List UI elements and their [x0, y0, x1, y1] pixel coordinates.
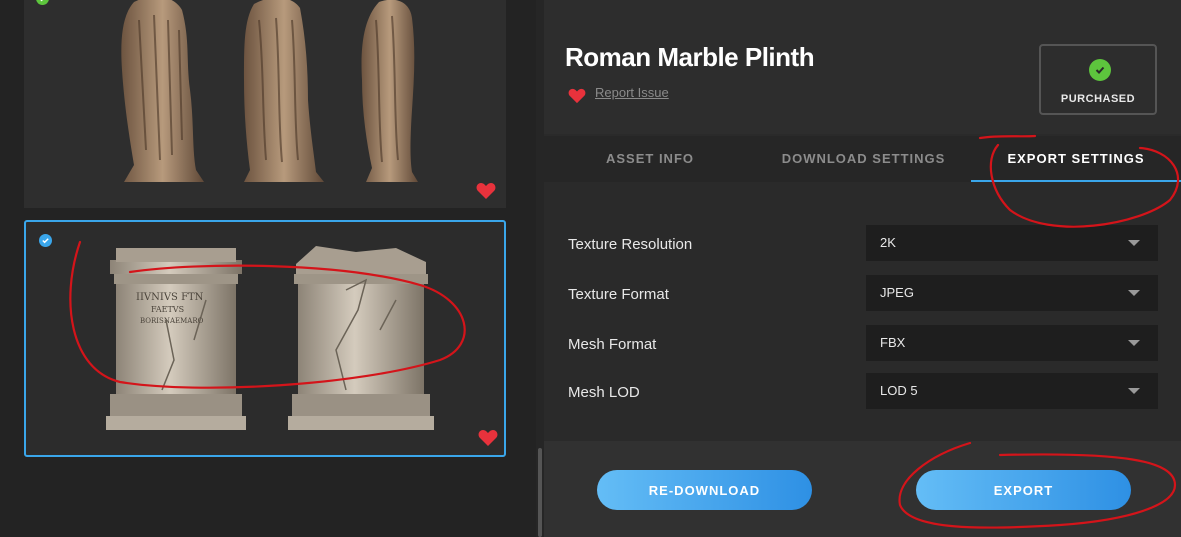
- texture-format-label: Texture Format: [568, 286, 669, 303]
- texture-format-value: JPEG: [880, 285, 914, 300]
- chevron-down-icon: [1128, 388, 1140, 394]
- export-settings-form: Texture Resolution 2K Texture Format JPE…: [544, 182, 1181, 440]
- mesh-lod-value: LOD 5: [880, 383, 918, 398]
- mesh-format-label: Mesh Format: [568, 336, 657, 353]
- export-button[interactable]: EXPORT: [916, 470, 1131, 510]
- texture-resolution-label: Texture Resolution: [568, 236, 693, 253]
- scrollbar-thumb[interactable]: [538, 448, 542, 537]
- heart-icon[interactable]: [478, 429, 498, 447]
- mesh-lod-select[interactable]: LOD 5: [866, 373, 1158, 409]
- asset-header: Roman Marble Plinth Report Issue PURCHAS…: [544, 0, 1181, 134]
- asset-title: Roman Marble Plinth: [565, 42, 815, 72]
- asset-gallery: IIVNIVS FTN FAETVS BORISNAEMARO: [0, 0, 536, 537]
- plinth-inscription-line2: FAETVS: [151, 305, 184, 314]
- check-icon: [39, 234, 52, 247]
- chevron-down-icon: [1128, 340, 1140, 346]
- chevron-down-icon: [1128, 290, 1140, 296]
- asset-card-plinth[interactable]: IIVNIVS FTN FAETVS BORISNAEMARO: [24, 220, 506, 457]
- texture-resolution-select[interactable]: 2K: [866, 225, 1158, 261]
- chevron-down-icon: [1128, 240, 1140, 246]
- texture-format-select[interactable]: JPEG: [866, 275, 1158, 311]
- texture-resolution-value: 2K: [880, 235, 896, 250]
- mesh-lod-label: Mesh LOD: [568, 384, 640, 401]
- mesh-format-select[interactable]: FBX: [866, 325, 1158, 361]
- heart-icon[interactable]: [476, 182, 496, 200]
- report-issue-link[interactable]: Report Issue: [595, 85, 669, 100]
- re-download-button[interactable]: RE-DOWNLOAD: [597, 470, 812, 510]
- plinth-inscription-line1: IIVNIVS FTN: [136, 292, 204, 303]
- asset-card-statue[interactable]: [24, 0, 506, 208]
- purchased-badge: PURCHASED: [1039, 44, 1157, 115]
- heart-icon[interactable]: [568, 88, 586, 104]
- purchased-label: PURCHASED: [1060, 93, 1136, 105]
- statue-image: [121, 0, 418, 182]
- action-footer: RE-DOWNLOAD EXPORT: [544, 441, 1181, 537]
- asset-detail-panel: Roman Marble Plinth Report Issue PURCHAS…: [544, 0, 1181, 537]
- plinth-image: IIVNIVS FTN FAETVS BORISNAEMARO: [106, 246, 434, 430]
- tab-download-settings[interactable]: DOWNLOAD SETTINGS: [756, 136, 971, 182]
- mesh-format-value: FBX: [880, 335, 906, 350]
- plinth-inscription-line3: BORISNAEMARO: [140, 317, 204, 325]
- tab-bar: ASSET INFO DOWNLOAD SETTINGS EXPORT SETT…: [544, 136, 1181, 182]
- check-icon: [1089, 59, 1111, 81]
- tab-asset-info[interactable]: ASSET INFO: [544, 136, 756, 182]
- tab-export-settings[interactable]: EXPORT SETTINGS: [971, 136, 1181, 182]
- check-icon: [36, 0, 49, 5]
